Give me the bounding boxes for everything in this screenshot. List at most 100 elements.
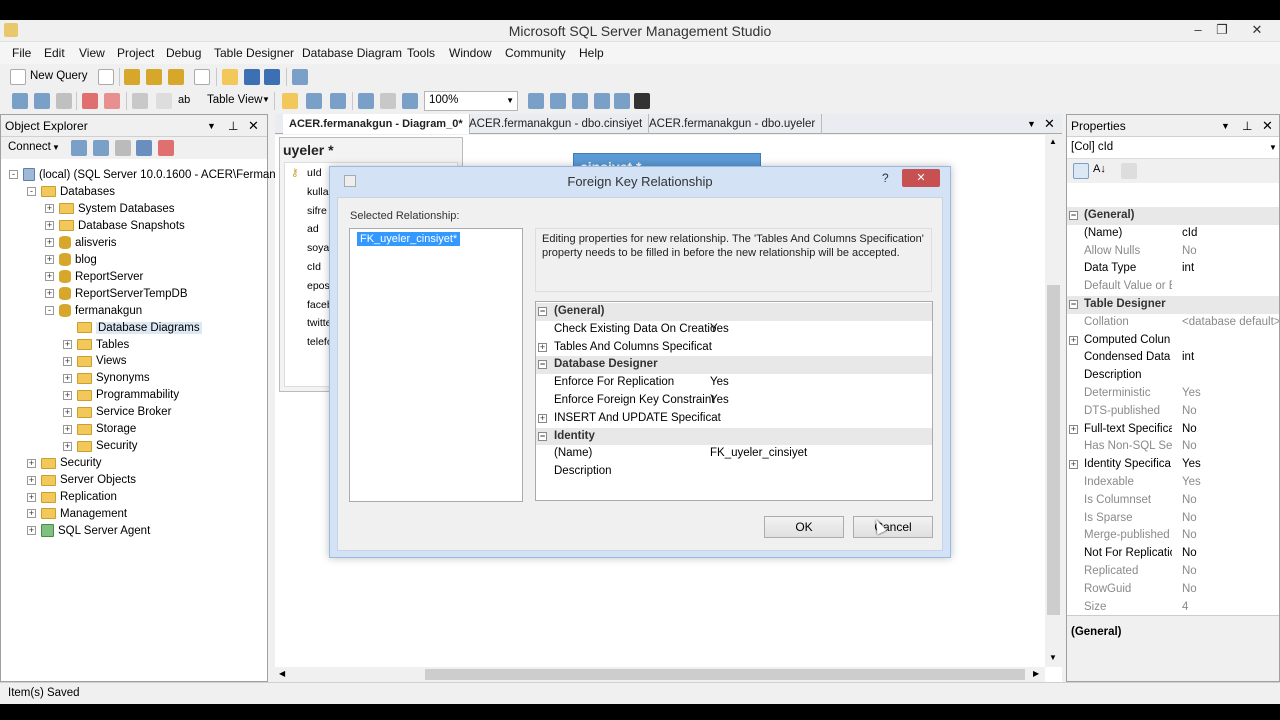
expand-icon[interactable]: + bbox=[1069, 335, 1078, 345]
connect-button[interactable]: Connect bbox=[8, 141, 51, 153]
tree-item[interactable]: + Service Broker bbox=[63, 404, 171, 421]
vertical-scrollbar[interactable]: ▲ ▼ bbox=[1045, 135, 1062, 667]
grid-value[interactable]: Yes bbox=[710, 392, 729, 410]
chevron-down-icon[interactable]: ▼ bbox=[207, 115, 216, 137]
zoom-combobox[interactable]: 100% ▼ bbox=[424, 91, 518, 111]
expand-icon[interactable]: + bbox=[63, 356, 72, 366]
menu-community[interactable]: Community bbox=[505, 46, 566, 60]
menu-table-designer[interactable]: Table Designer bbox=[214, 46, 294, 60]
expand-icon[interactable]: + bbox=[63, 339, 72, 349]
tree-item[interactable]: + Security bbox=[27, 455, 102, 472]
dialog-help-button[interactable]: ? bbox=[882, 171, 889, 185]
xml-query-icon[interactable] bbox=[194, 69, 210, 85]
property-row[interactable]: Data Type int bbox=[1067, 260, 1279, 278]
remove-from-diagram-icon[interactable] bbox=[104, 93, 120, 109]
property-row[interactable]: Collation <database default> bbox=[1067, 314, 1279, 332]
property-value[interactable]: No bbox=[1182, 563, 1279, 581]
rename-icon[interactable]: ab bbox=[178, 94, 190, 106]
activity-monitor-icon[interactable] bbox=[292, 69, 308, 85]
expand-icon[interactable]: + bbox=[27, 458, 36, 468]
property-row[interactable]: Is Sparse No bbox=[1067, 510, 1279, 528]
tree-item[interactable]: + ReportServerTempDB bbox=[45, 286, 187, 303]
indexes-icon[interactable] bbox=[330, 93, 346, 109]
analysis-query-icon[interactable] bbox=[146, 69, 162, 85]
relationship-list-item[interactable]: FK_uyeler_cinsiyet* bbox=[357, 232, 461, 246]
expand-icon[interactable]: + bbox=[1069, 424, 1078, 434]
property-row[interactable]: Is Columnset No bbox=[1067, 492, 1279, 510]
property-row[interactable]: Condensed Data int bbox=[1067, 349, 1279, 367]
menu-tools[interactable]: Tools bbox=[407, 46, 435, 60]
property-value[interactable]: 4 bbox=[1182, 599, 1279, 617]
grid-row[interactable]: (Name) FK_uyeler_cinsiyet bbox=[536, 445, 932, 463]
property-row[interactable]: + Identity Specifica Yes bbox=[1067, 456, 1279, 474]
property-row[interactable]: Deterministic Yes bbox=[1067, 385, 1279, 403]
tree-item[interactable]: + Management bbox=[27, 506, 127, 523]
tree-item[interactable]: + SQL Server Agent bbox=[27, 523, 150, 540]
property-row[interactable]: Indexable Yes bbox=[1067, 474, 1279, 492]
property-row[interactable]: Replicated No bbox=[1067, 563, 1279, 581]
expand-icon[interactable]: + bbox=[538, 342, 547, 352]
property-row[interactable]: Size 4 bbox=[1067, 599, 1279, 617]
close-icon[interactable]: ✕ bbox=[248, 115, 259, 137]
grid-value[interactable]: FK_uyeler_cinsiyet bbox=[710, 445, 807, 463]
chevron-down-icon[interactable]: ▼ bbox=[1221, 115, 1230, 137]
grid-value[interactable]: Yes bbox=[710, 321, 729, 339]
property-value[interactable]: No bbox=[1182, 545, 1279, 563]
expand-icon[interactable]: + bbox=[1069, 460, 1078, 470]
new-table-icon[interactable] bbox=[12, 93, 28, 109]
chevron-down-icon[interactable]: ▼ bbox=[506, 96, 514, 105]
grid-category[interactable]: − Identity bbox=[536, 427, 932, 446]
collapse-icon[interactable]: − bbox=[538, 360, 547, 370]
expand-icon[interactable]: + bbox=[45, 204, 54, 214]
tree-item[interactable]: + Server Objects bbox=[27, 472, 136, 489]
property-pages-icon[interactable] bbox=[1121, 163, 1137, 179]
menu-edit[interactable]: Edit bbox=[44, 46, 65, 60]
property-category[interactable]: − (General) bbox=[1067, 207, 1279, 225]
expand-icon[interactable]: + bbox=[45, 289, 54, 299]
tree-item[interactable]: - (local) (SQL Server 10.0.1600 - ACER\Fe… bbox=[9, 167, 280, 184]
save-all-icon[interactable] bbox=[264, 69, 280, 85]
expand-icon[interactable]: + bbox=[45, 221, 54, 231]
expand-icon[interactable]: + bbox=[27, 526, 36, 536]
property-value[interactable]: No bbox=[1182, 510, 1279, 528]
collapse-icon[interactable]: − bbox=[1069, 211, 1078, 220]
close-tab-icon[interactable]: ✕ bbox=[1044, 116, 1055, 132]
close-icon[interactable]: ✕ bbox=[1262, 115, 1273, 137]
property-value[interactable]: Yes bbox=[1182, 474, 1279, 492]
arrange-tables-icon[interactable] bbox=[380, 93, 396, 109]
property-row[interactable]: Default Value or B bbox=[1067, 278, 1279, 296]
grid-row[interactable]: Description bbox=[536, 463, 932, 481]
property-value[interactable]: No bbox=[1182, 492, 1279, 510]
property-category[interactable]: − Table Designer bbox=[1067, 296, 1279, 314]
grid-category[interactable]: − (General) bbox=[536, 303, 932, 321]
collapse-icon[interactable]: − bbox=[538, 431, 547, 441]
tree-item[interactable]: + Tables bbox=[63, 337, 129, 354]
scroll-left-icon[interactable]: ◀ bbox=[279, 669, 285, 678]
tree-item[interactable]: + alisveris bbox=[45, 235, 117, 252]
collapse-icon[interactable]: − bbox=[1069, 300, 1078, 309]
expand-icon[interactable]: + bbox=[63, 373, 72, 383]
tree-item[interactable]: Database Diagrams bbox=[63, 320, 202, 337]
tree-item[interactable]: + Views bbox=[63, 353, 126, 370]
stop-icon[interactable] bbox=[115, 140, 131, 156]
menu-debug[interactable]: Debug bbox=[166, 46, 201, 60]
property-value[interactable]: No bbox=[1182, 581, 1279, 599]
add-table-icon[interactable] bbox=[34, 93, 50, 109]
tab-cinsiyet[interactable]: ACER.fermanakgun - dbo.cinsiyet bbox=[463, 114, 650, 134]
scroll-down-icon[interactable]: ▼ bbox=[1049, 653, 1057, 662]
grid-value[interactable]: Yes bbox=[710, 374, 729, 392]
tree-item[interactable]: + Synonyms bbox=[63, 370, 150, 387]
property-row[interactable]: Has Non-SQL Ser No bbox=[1067, 438, 1279, 456]
property-value[interactable]: <database default> bbox=[1182, 314, 1279, 332]
tree-item[interactable]: + Programmability bbox=[63, 387, 179, 404]
connect-server-icon[interactable] bbox=[71, 140, 87, 156]
menu-view[interactable]: View bbox=[79, 46, 105, 60]
grid-row[interactable]: Enforce For Replication Yes bbox=[536, 374, 932, 392]
tree-item[interactable]: - fermanakgun bbox=[45, 303, 142, 320]
close-window-button[interactable]: ✕ bbox=[1243, 20, 1271, 40]
ok-button[interactable]: OK bbox=[764, 516, 844, 538]
property-row[interactable]: + Computed Colun bbox=[1067, 332, 1279, 350]
new-text-icon[interactable] bbox=[594, 93, 610, 109]
restore-button[interactable]: ❐ bbox=[1208, 20, 1236, 40]
collapse-icon[interactable]: − bbox=[538, 307, 547, 316]
